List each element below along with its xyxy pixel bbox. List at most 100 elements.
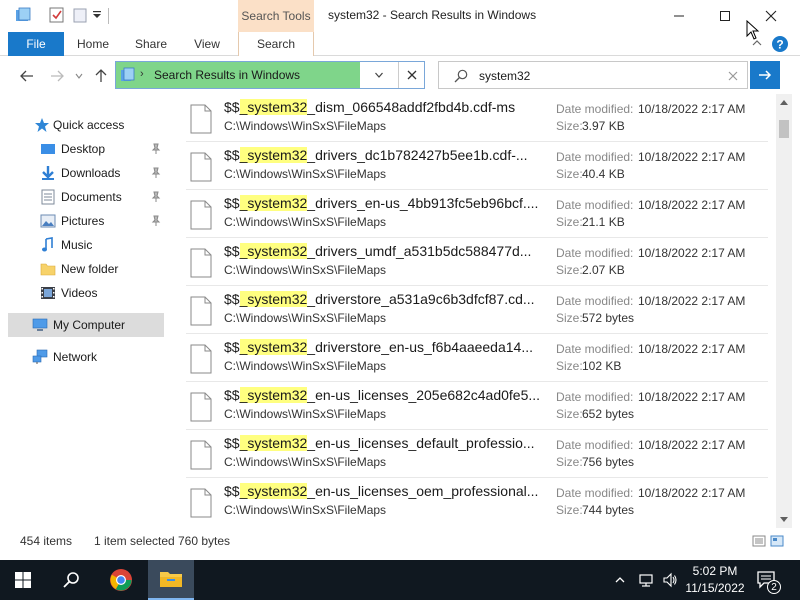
window-title: system32 - Search Results in Windows xyxy=(328,8,537,22)
pin-icon[interactable] xyxy=(150,143,162,155)
up-button[interactable] xyxy=(90,65,112,87)
pin-icon[interactable] xyxy=(150,215,162,227)
network-status-icon[interactable] xyxy=(638,572,654,588)
size-label: Size: xyxy=(556,119,583,133)
sidebar-item-pictures[interactable]: Pictures xyxy=(8,209,164,233)
selection-size: 760 bytes xyxy=(178,534,231,548)
help-icon[interactable]: ? xyxy=(770,34,790,54)
file-icon xyxy=(190,248,212,278)
file-icon xyxy=(190,392,212,422)
tab-search[interactable]: Search xyxy=(238,32,314,56)
file-path: C:\Windows\WinSxS\FileMaps xyxy=(224,167,387,181)
pin-icon[interactable] xyxy=(150,167,162,179)
folder-icon xyxy=(40,261,56,277)
list-item[interactable]: $$_system32_dism_066548addf2fbd4b.cdf-ms… xyxy=(186,96,768,142)
show-hidden-icons-icon[interactable] xyxy=(612,572,628,588)
modified-value: 10/18/2022 2:17 AM xyxy=(638,198,746,212)
list-item[interactable]: $$_system32_drivers_umdf_a531b5dc588477d… xyxy=(186,240,768,286)
file-icon xyxy=(190,440,212,470)
sidebar-item-downloads[interactable]: Downloads xyxy=(8,161,164,185)
vertical-scrollbar[interactable] xyxy=(776,94,792,528)
search-input[interactable]: system32 xyxy=(479,69,530,83)
list-item[interactable]: $$_system32_driverstore_en-us_f6b4aaeeda… xyxy=(186,336,768,382)
search-box[interactable]: system32 xyxy=(438,61,748,89)
file-name: $$_system32_drivers_umdf_a531b5dc588477d… xyxy=(224,243,532,259)
details-view-icon[interactable] xyxy=(752,534,766,548)
downloads-icon xyxy=(40,165,56,181)
tab-home[interactable]: Home xyxy=(70,32,116,56)
minimize-button[interactable] xyxy=(656,0,702,32)
list-item[interactable]: $$_system32_en-us_licenses_205e682c4ad0f… xyxy=(186,384,768,430)
address-dropdown-icon[interactable] xyxy=(368,66,390,84)
chrome-icon[interactable] xyxy=(98,560,144,600)
file-name: $$_system32_dism_066548addf2fbd4b.cdf-ms xyxy=(224,99,516,115)
scrollbar-thumb[interactable] xyxy=(779,120,789,138)
file-path: C:\Windows\WinSxS\FileMaps xyxy=(224,119,387,133)
list-item[interactable]: $$_system32_en-us_licenses_oem_professio… xyxy=(186,480,768,526)
desktop-icon xyxy=(40,141,56,157)
file-path: C:\Windows\WinSxS\FileMaps xyxy=(224,215,387,229)
list-item[interactable]: $$_system32_drivers_dc1b782427b5ee1b.cdf… xyxy=(186,144,768,190)
file-name: $$_system32_drivers_dc1b782427b5ee1b.cdf… xyxy=(224,147,528,163)
large-icons-view-icon[interactable] xyxy=(770,534,784,548)
back-button[interactable] xyxy=(16,65,38,87)
stop-search-button[interactable] xyxy=(398,62,424,88)
scroll-down-icon[interactable] xyxy=(776,512,792,528)
selection-status: 1 item selected xyxy=(94,534,175,548)
new-folder-icon[interactable] xyxy=(72,6,88,24)
clock-date: 11/15/2022 xyxy=(685,581,745,595)
search-go-button[interactable] xyxy=(750,61,780,89)
tab-share[interactable]: Share xyxy=(128,32,174,56)
file-name: $$_system32_en-us_licenses_default_profe… xyxy=(224,435,535,451)
sidebar-item-network[interactable]: Network xyxy=(8,345,164,369)
sidebar-item-new-folder[interactable]: New folder xyxy=(8,257,164,281)
tab-view[interactable]: View xyxy=(184,32,230,56)
size-value: 572 bytes xyxy=(582,311,635,325)
pin-icon[interactable] xyxy=(150,191,162,203)
clear-search-icon[interactable] xyxy=(725,68,741,84)
forward-button[interactable] xyxy=(46,65,68,87)
modified-label: Date modified: xyxy=(556,150,634,164)
list-item[interactable]: $$_system32_en-us_licenses_default_profe… xyxy=(186,432,768,478)
properties-icon[interactable] xyxy=(48,6,66,24)
size-label: Size: xyxy=(556,503,583,517)
file-path: C:\Windows\WinSxS\FileMaps xyxy=(224,407,387,421)
divider xyxy=(108,8,109,24)
sidebar-item-quick-access[interactable]: Quick access xyxy=(8,113,164,137)
list-item[interactable]: $$_system32_driverstore_a531a9c6b3dfcf87… xyxy=(186,288,768,334)
sidebar-item-desktop[interactable]: Desktop xyxy=(8,137,164,161)
modified-label: Date modified: xyxy=(556,198,634,212)
svg-text:?: ? xyxy=(776,38,783,52)
size-label: Size: xyxy=(556,215,583,229)
music-icon xyxy=(40,237,56,253)
title-bar: Search Tools system32 - Search Results i… xyxy=(0,0,800,32)
sidebar-item-label: My Computer xyxy=(53,318,126,332)
sidebar-item-videos[interactable]: Videos xyxy=(8,281,164,305)
system-clock[interactable]: 5:02 PM 11/15/2022 xyxy=(684,563,746,597)
customize-dropdown-icon[interactable] xyxy=(92,6,102,24)
breadcrumb-chevron-icon[interactable]: › xyxy=(140,68,144,80)
sidebar-item-music[interactable]: Music xyxy=(8,233,164,257)
file-name: $$_system32_driverstore_a531a9c6b3dfcf87… xyxy=(224,291,535,307)
navigation-bar: › Search Results in Windows system32 xyxy=(0,56,800,94)
address-bar[interactable]: › Search Results in Windows xyxy=(115,61,425,89)
size-value: 40.4 KB xyxy=(582,167,625,181)
maximize-button[interactable] xyxy=(702,0,748,32)
modified-value: 10/18/2022 2:17 AM xyxy=(638,342,746,356)
list-item[interactable]: $$_system32_drivers_en-us_4bb913fc5eb96b… xyxy=(186,192,768,238)
file-path: C:\Windows\WinSxS\FileMaps xyxy=(224,311,387,325)
start-button[interactable] xyxy=(0,560,46,600)
taskbar-search-button[interactable] xyxy=(48,560,94,600)
sidebar-item-my-computer[interactable]: My Computer xyxy=(8,313,164,337)
videos-icon xyxy=(40,285,56,301)
volume-icon[interactable] xyxy=(662,572,678,588)
size-label: Size: xyxy=(556,455,583,469)
recent-locations-chevron-icon[interactable] xyxy=(72,65,86,87)
file-explorer-icon[interactable] xyxy=(148,560,194,600)
scroll-up-icon[interactable] xyxy=(776,94,792,110)
sidebar-item-documents[interactable]: Documents xyxy=(8,185,164,209)
tab-file[interactable]: File xyxy=(8,32,64,56)
size-label: Size: xyxy=(556,407,583,421)
folder-icon[interactable] xyxy=(14,6,32,24)
pictures-icon xyxy=(40,213,56,229)
